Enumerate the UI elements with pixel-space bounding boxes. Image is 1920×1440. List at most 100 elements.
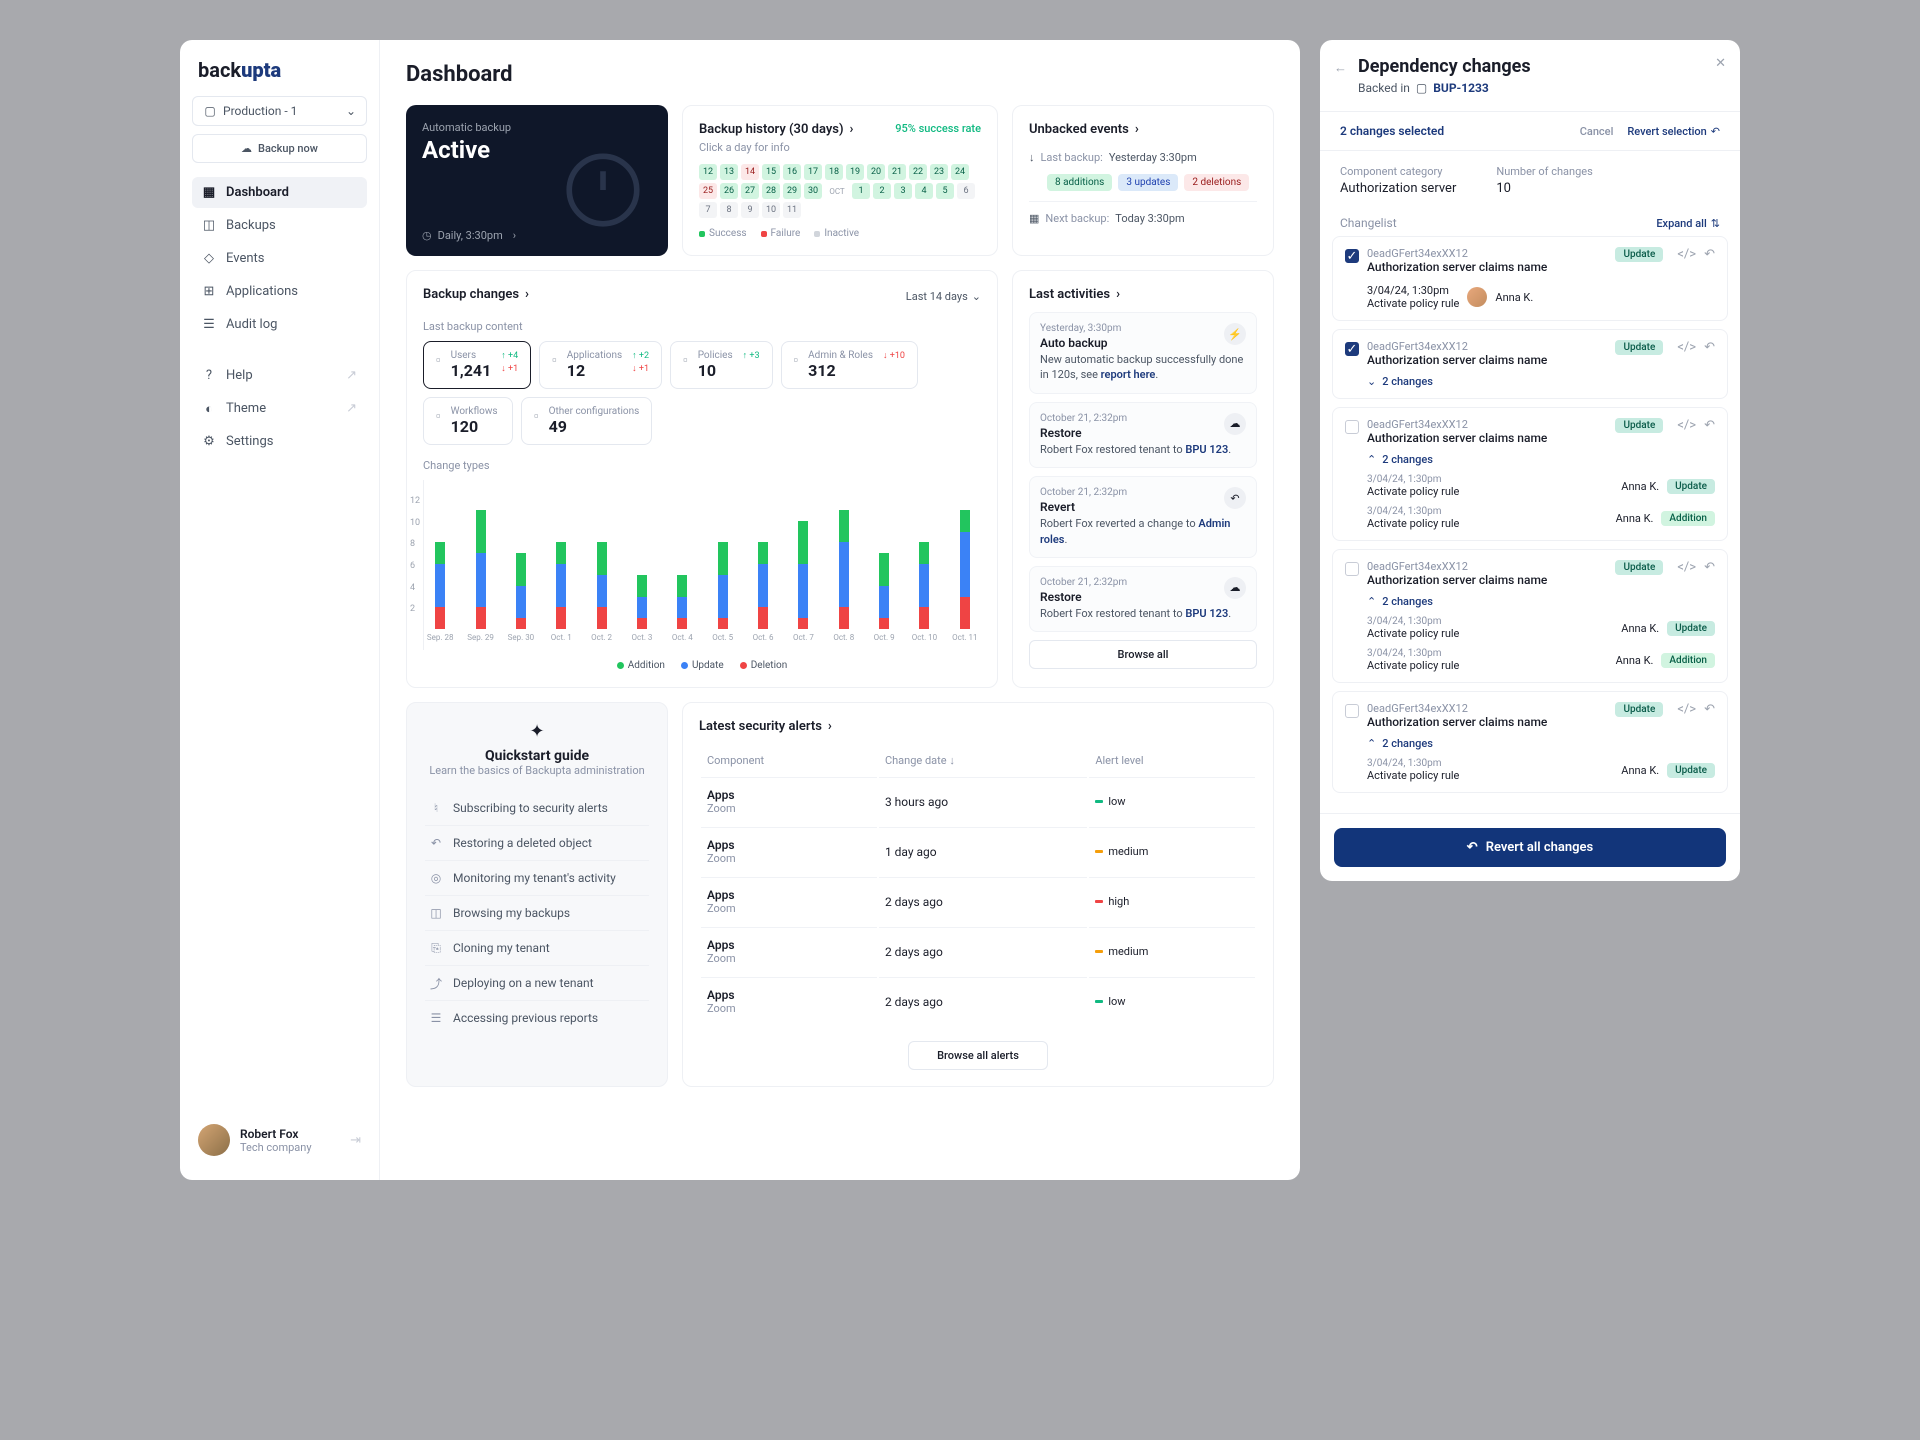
collapse-toggle[interactable]: ⌃2 changes bbox=[1345, 737, 1715, 750]
quickstart-link[interactable]: ☰Accessing previous reports bbox=[425, 1000, 649, 1035]
calendar-day[interactable]: 26 bbox=[720, 183, 738, 199]
activity-item[interactable]: October 21, 2:32pmRevertRobert Fox rever… bbox=[1029, 476, 1257, 558]
calendar-day[interactable]: 22 bbox=[909, 164, 927, 180]
calendar-day[interactable]: 7 bbox=[699, 202, 717, 218]
calendar-day[interactable]: 19 bbox=[846, 164, 864, 180]
quickstart-link[interactable]: ♮Subscribing to security alerts bbox=[425, 791, 649, 825]
calendar-day[interactable]: 25 bbox=[699, 183, 717, 199]
revert-all-button[interactable]: ↶Revert all changes bbox=[1334, 828, 1726, 867]
activity-item[interactable]: October 21, 2:32pmRestoreRobert Fox rest… bbox=[1029, 402, 1257, 468]
activity-item[interactable]: Yesterday, 3:30pmAuto backupNew automati… bbox=[1029, 312, 1257, 394]
nav-settings[interactable]: ⚙Settings bbox=[192, 426, 367, 457]
quickstart-link[interactable]: ◎Monitoring my tenant's activity bbox=[425, 860, 649, 895]
alert-row[interactable]: AppsZoom2 days agomedium bbox=[701, 927, 1255, 975]
undo-icon[interactable]: ↶ bbox=[1704, 702, 1715, 717]
calendar-day[interactable]: 1 bbox=[852, 183, 870, 199]
calendar-day[interactable]: 3 bbox=[894, 183, 912, 199]
calendar-day[interactable]: 9 bbox=[741, 202, 759, 218]
collapse-toggle[interactable]: ⌃2 changes bbox=[1345, 453, 1715, 466]
activities-title[interactable]: Last activities› bbox=[1029, 287, 1257, 302]
checkbox[interactable] bbox=[1345, 420, 1359, 434]
undo-icon[interactable]: ↶ bbox=[1704, 340, 1715, 355]
calendar-day[interactable]: 24 bbox=[951, 164, 969, 180]
quickstart-link[interactable]: ⎘Cloning my tenant bbox=[425, 930, 649, 965]
calendar-day[interactable]: 13 bbox=[720, 164, 738, 180]
checkbox[interactable] bbox=[1345, 704, 1359, 718]
profile[interactable]: Robert Fox Tech company ⇥ bbox=[192, 1118, 367, 1162]
browse-all-button[interactable]: Browse all bbox=[1029, 640, 1257, 669]
code-icon[interactable]: </> bbox=[1677, 418, 1696, 433]
code-icon[interactable]: </> bbox=[1677, 560, 1696, 575]
backup-now-button[interactable]: ☁Backup now bbox=[192, 134, 367, 163]
calendar-day[interactable]: 14 bbox=[741, 164, 759, 180]
calendar-day[interactable]: 20 bbox=[867, 164, 885, 180]
expand-toggle[interactable]: ⌄2 changes bbox=[1345, 375, 1715, 388]
environment-select[interactable]: ▢Production - 1 ⌄ bbox=[192, 96, 367, 126]
nav-backups[interactable]: ◫Backups bbox=[192, 210, 367, 241]
metric-users[interactable]: ▫Users1,241↑ +4↓ +1 bbox=[423, 341, 531, 389]
logout-icon[interactable]: ⇥ bbox=[350, 1133, 361, 1148]
undo-icon[interactable]: ↶ bbox=[1704, 247, 1715, 262]
expand-all-link[interactable]: Expand all⇅ bbox=[1656, 217, 1720, 230]
history-title[interactable]: Backup history (30 days)› bbox=[699, 122, 853, 137]
activity-item[interactable]: October 21, 2:32pmRestoreRobert Fox rest… bbox=[1029, 566, 1257, 632]
alerts-title[interactable]: Latest security alerts› bbox=[699, 719, 1257, 734]
nav-events[interactable]: ◇Events bbox=[192, 243, 367, 274]
calendar-day[interactable]: 10 bbox=[762, 202, 780, 218]
calendar-day[interactable]: 2 bbox=[873, 183, 891, 199]
calendar-day[interactable]: 16 bbox=[783, 164, 801, 180]
unbacked-title[interactable]: Unbacked events› bbox=[1029, 122, 1257, 137]
checkbox[interactable] bbox=[1345, 562, 1359, 576]
checkbox[interactable]: ✓ bbox=[1345, 342, 1359, 356]
alert-row[interactable]: AppsZoom2 days agolow bbox=[701, 977, 1255, 1025]
nav-audit log[interactable]: ☰Audit log bbox=[192, 309, 367, 340]
browse-alerts-button[interactable]: Browse all alerts bbox=[908, 1041, 1048, 1070]
alert-row[interactable]: AppsZoom1 day agomedium bbox=[701, 827, 1255, 875]
calendar-day[interactable]: 15 bbox=[762, 164, 780, 180]
alert-row[interactable]: AppsZoom3 hours agolow bbox=[701, 777, 1255, 825]
metric-admin-&-roles[interactable]: ▫Admin & Roles312↓ +10 bbox=[781, 341, 918, 389]
nav-theme[interactable]: ◐Theme↗ bbox=[192, 393, 367, 424]
nav-dashboard[interactable]: ▦Dashboard bbox=[192, 177, 367, 208]
range-select[interactable]: Last 14 days⌄ bbox=[906, 290, 981, 303]
chevron-right-icon[interactable]: › bbox=[513, 229, 516, 242]
calendar-day[interactable]: 11 bbox=[783, 202, 801, 218]
nav-applications[interactable]: ⊞Applications bbox=[192, 276, 367, 307]
avatar bbox=[198, 1124, 230, 1156]
metric-applications[interactable]: ▫Applications12↑ +2↓ +1 bbox=[539, 341, 662, 389]
code-icon[interactable]: </> bbox=[1677, 247, 1696, 262]
nav-help[interactable]: ?Help↗ bbox=[192, 360, 367, 391]
metric-policies[interactable]: ▫Policies10↑ +3 bbox=[670, 341, 772, 389]
collapse-toggle[interactable]: ⌃2 changes bbox=[1345, 595, 1715, 608]
revert-selection-link[interactable]: Revert selection↶ bbox=[1627, 125, 1720, 138]
calendar-day[interactable]: 28 bbox=[762, 183, 780, 199]
calendar-day[interactable]: 4 bbox=[915, 183, 933, 199]
calendar-day[interactable]: 12 bbox=[699, 164, 717, 180]
calendar-day[interactable]: 23 bbox=[930, 164, 948, 180]
chart-legend: Addition Update Deletion bbox=[423, 660, 981, 671]
metric-workflows[interactable]: ▫Workflows120 bbox=[423, 397, 513, 445]
calendar-day[interactable]: 21 bbox=[888, 164, 906, 180]
calendar-day[interactable]: 17 bbox=[804, 164, 822, 180]
cancel-link[interactable]: Cancel bbox=[1580, 125, 1614, 138]
calendar-day[interactable]: 6 bbox=[957, 183, 975, 199]
quickstart-link[interactable]: ↶Restoring a deleted object bbox=[425, 825, 649, 860]
undo-icon[interactable]: ↶ bbox=[1704, 560, 1715, 575]
code-icon[interactable]: </> bbox=[1677, 702, 1696, 717]
quickstart-link[interactable]: ⤴Deploying on a new tenant bbox=[425, 965, 649, 1000]
checkbox[interactable]: ✓ bbox=[1345, 249, 1359, 263]
calendar-day[interactable]: 27 bbox=[741, 183, 759, 199]
calendar-day[interactable]: 30 bbox=[804, 183, 822, 199]
calendar-day[interactable]: 29 bbox=[783, 183, 801, 199]
calendar-day[interactable]: 8 bbox=[720, 202, 738, 218]
metric-other-configurations[interactable]: ▫Other configurations49 bbox=[521, 397, 652, 445]
calendar-day[interactable]: 18 bbox=[825, 164, 843, 180]
undo-icon[interactable]: ↶ bbox=[1704, 418, 1715, 433]
calendar-day[interactable]: 5 bbox=[936, 183, 954, 199]
changes-title[interactable]: Backup changes› bbox=[423, 287, 529, 302]
alert-row[interactable]: AppsZoom2 days agohigh bbox=[701, 877, 1255, 925]
back-icon[interactable]: ← bbox=[1334, 60, 1347, 76]
quickstart-link[interactable]: ◫Browsing my backups bbox=[425, 895, 649, 930]
code-icon[interactable]: </> bbox=[1677, 340, 1696, 355]
close-icon[interactable]: ✕ bbox=[1715, 56, 1726, 71]
